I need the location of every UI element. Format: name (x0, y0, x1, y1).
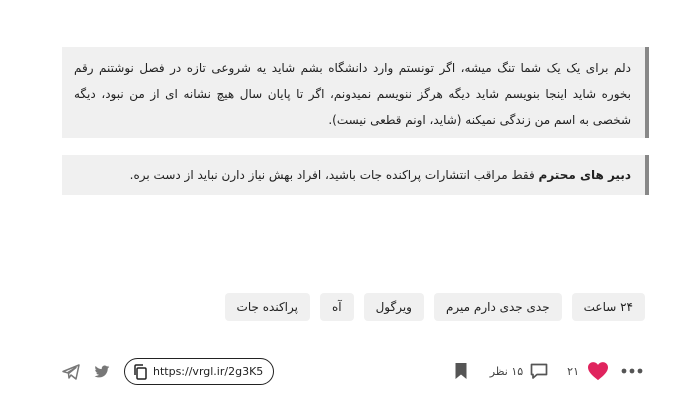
quote-bold-text: دبیر های محترم (538, 168, 631, 182)
tag-leaving[interactable]: جدی جدی دارم میرم (433, 293, 562, 321)
twitter-icon[interactable] (94, 364, 110, 379)
copy-icon (133, 363, 147, 380)
short-link-button[interactable]: https://vrgl.ir/2g3K5 (124, 358, 275, 385)
comment-group[interactable]: ۱۵ نظر (490, 361, 549, 381)
quote-block-1: دلم برای یک یک شما تنگ میشه، اگر تونستم … (62, 47, 649, 138)
comment-bubble-icon[interactable] (529, 361, 549, 381)
tag-24-hours[interactable]: ۲۴ ساعت (571, 293, 645, 321)
short-link-text: https://vrgl.ir/2g3K5 (153, 365, 264, 378)
tag-virgool[interactable]: ویرگول (363, 293, 424, 321)
like-group: ۲۱ (567, 361, 609, 381)
share-area: https://vrgl.ir/2g3K5 (62, 358, 275, 385)
heart-icon[interactable] (587, 361, 609, 381)
tag-list: ۲۴ ساعت جدی جدی دارم میرم ویرگول آه پراک… (224, 293, 645, 321)
telegram-icon[interactable] (62, 363, 80, 380)
quote-block-2: دبیر های محترم فقط مراقب انتشارات پراکند… (62, 155, 649, 195)
tag-ah[interactable]: آه (319, 293, 354, 321)
likes-count: ۲۱ (567, 364, 579, 378)
bookmark-icon[interactable] (454, 362, 468, 380)
post-actions: ۲۱ ۱۵ نظر (454, 356, 645, 386)
comments-count: ۱۵ نظر (489, 364, 524, 378)
quote-text-1: دلم برای یک یک شما تنگ میشه، اگر تونستم … (74, 61, 631, 127)
quote-text-2: فقط مراقب انتشارات پراکنده جات باشید، اف… (129, 168, 539, 182)
more-dots-icon[interactable] (619, 356, 645, 386)
tag-scattered[interactable]: پراکنده جات (224, 293, 310, 321)
